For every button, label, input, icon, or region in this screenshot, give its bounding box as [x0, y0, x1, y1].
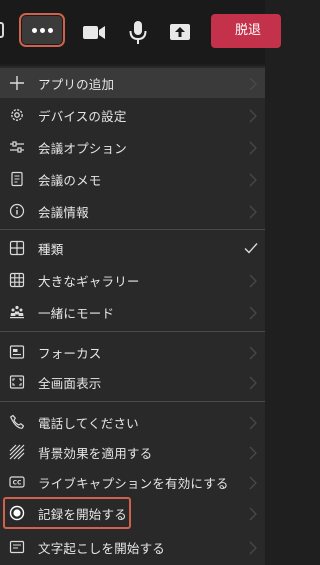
menu-item-focus[interactable]: フォーカス: [0, 337, 265, 367]
chevron-right-icon: [249, 205, 257, 219]
menu-item-label: 会議情報: [38, 204, 89, 220]
gallery-icon: [0, 265, 34, 295]
notes-icon: [0, 164, 34, 194]
leave-button[interactable]: 脱退: [211, 14, 281, 48]
leave-label: 脱退: [235, 23, 262, 38]
menu-item-label: 会議のメモ: [38, 172, 102, 188]
menu-divider: [0, 331, 265, 332]
chevron-right-icon: [249, 376, 257, 390]
menu-item-full-screen[interactable]: 全画面表示: [0, 367, 265, 397]
menu-item-together-mode[interactable]: 一緒にモード: [0, 297, 265, 327]
menu-item-label: 全画面表示: [38, 375, 102, 391]
menu-item-background-effects[interactable]: 背景効果を適用する: [0, 437, 265, 467]
menu-item-label: フォーカス: [38, 345, 102, 361]
menu-item-label: 会議オプション: [38, 140, 127, 156]
checkmark-icon: [244, 243, 258, 254]
meeting-toolbar: 脱退: [0, 0, 281, 64]
menu-item-meeting-notes[interactable]: 会議のメモ: [0, 164, 265, 194]
menu-item-label: 文字起こしを開始する: [38, 540, 166, 556]
menu-item-large-gallery[interactable]: 大きなギャラリー: [0, 265, 265, 295]
more-dot: [47, 27, 53, 33]
menu-item-call-me[interactable]: 電話してください: [0, 407, 265, 437]
menu-item-device-settings[interactable]: デバイスの設定: [0, 100, 265, 130]
chevron-right-icon: [249, 109, 257, 123]
fullscreen-icon: [0, 367, 34, 397]
background-effects-icon: [0, 437, 34, 467]
chevron-right-icon: [249, 416, 257, 430]
menu-item-label: デバイスの設定: [38, 108, 127, 124]
more-horizontal-icon: [31, 27, 37, 33]
menu-item-label: ライブキャプションを有効にする: [38, 475, 229, 491]
phone-icon: [0, 407, 34, 437]
menu-divider: [0, 229, 265, 230]
menu-divider: [0, 401, 265, 402]
chevron-right-icon: [249, 306, 257, 320]
more-dot: [39, 27, 45, 33]
together-mode-icon: [0, 297, 34, 327]
menu-item-layout-type[interactable]: 種類: [0, 233, 265, 263]
menu-item-label: アプリの追加: [38, 76, 115, 92]
menu-item-start-transcription[interactable]: 文字起こしを開始する: [0, 532, 265, 562]
gear-icon: [0, 100, 34, 130]
share-tray-icon[interactable]: [166, 18, 194, 46]
toolbar-edge-icon[interactable]: [0, 22, 4, 38]
menu-item-add-app[interactable]: アプリの追加: [0, 68, 265, 98]
chevron-right-icon: [249, 476, 257, 490]
info-icon: [0, 196, 34, 226]
menu-item-meeting-info[interactable]: 会議情報: [0, 196, 265, 226]
menu-item-label: 一緒にモード: [38, 305, 115, 321]
chevron-right-icon: [249, 446, 257, 460]
chevron-right-icon: [249, 346, 257, 360]
transcript-icon: [0, 532, 34, 562]
menu-item-label: 背景効果を適用する: [38, 445, 153, 461]
more-actions-button[interactable]: [19, 13, 65, 47]
focus-icon: [0, 337, 34, 367]
chevron-right-icon: [249, 141, 257, 155]
chevron-right-icon: [249, 274, 257, 288]
chevron-right-icon: [249, 77, 257, 91]
cc-icon: CC: [0, 467, 34, 497]
menu-item-meeting-options[interactable]: 会議オプション: [0, 132, 265, 162]
svg-text:CC: CC: [13, 480, 22, 487]
chevron-right-icon: [249, 541, 257, 555]
chevron-right-icon: [249, 173, 257, 187]
sliders-icon: [0, 132, 34, 162]
chevron-right-icon: [249, 507, 257, 521]
camera-icon[interactable]: [80, 18, 108, 46]
menu-item-label: 大きなギャラリー: [38, 273, 140, 289]
plus-icon: [0, 68, 34, 98]
menu-item-live-captions[interactable]: CC ライブキャプションを有効にする: [0, 467, 265, 497]
menu-item-label: 種類: [38, 241, 64, 257]
start-recording-highlight: [3, 497, 131, 529]
menu-item-label: 電話してください: [38, 415, 139, 431]
grid-icon: [0, 233, 34, 263]
microphone-icon[interactable]: [124, 18, 152, 46]
